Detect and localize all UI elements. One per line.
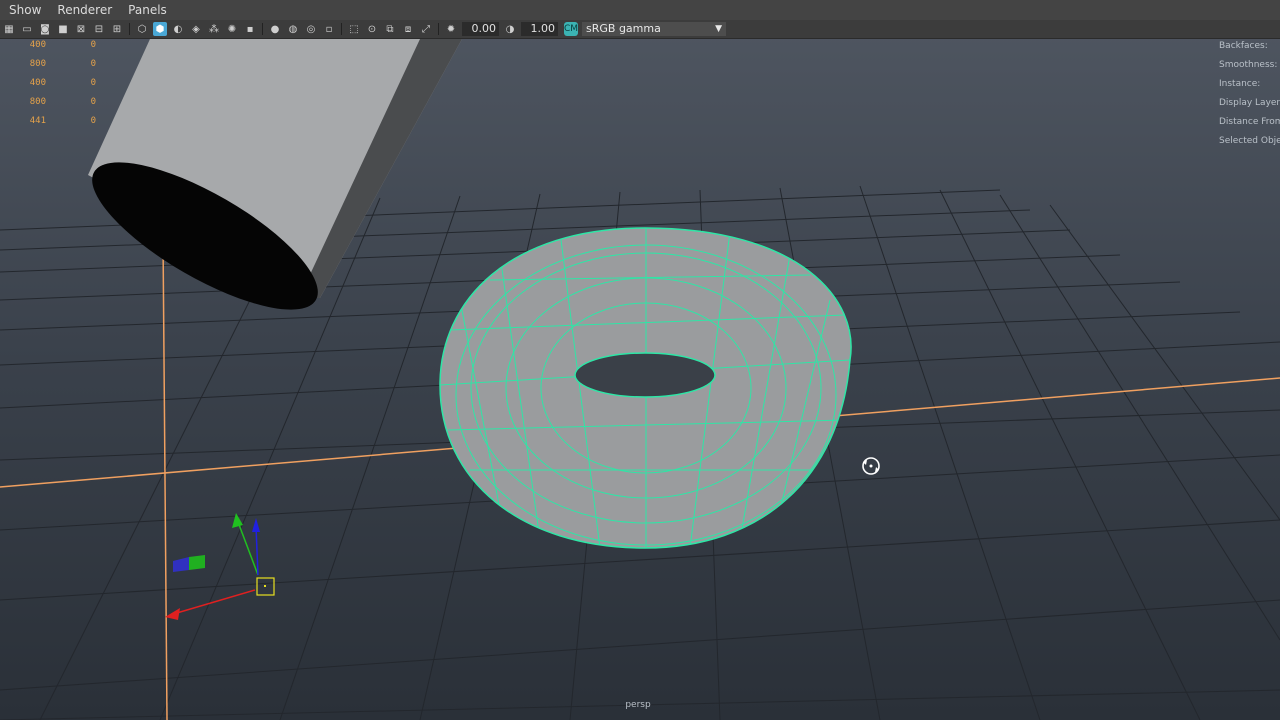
hud-row: 441 0 (29, 116, 96, 126)
motion-blur-icon[interactable]: ◍ (286, 22, 300, 36)
menu-panels[interactable]: Panels (119, 3, 174, 17)
hud-instance-label: Instance: (1219, 79, 1261, 89)
cylinder-mesh[interactable] (73, 39, 462, 336)
tumble-cursor-icon (862, 457, 880, 475)
toolbar-separator (438, 23, 439, 35)
toolbar-separator (341, 23, 342, 35)
exposure-field[interactable]: 0.00 (462, 22, 499, 36)
hud-distance-label: Distance From (1219, 117, 1280, 127)
grid-icon[interactable]: ▦ (2, 22, 16, 36)
textured-icon[interactable]: ◈ (189, 22, 203, 36)
safe-action-icon[interactable]: ⊟ (92, 22, 106, 36)
gate-mask-icon[interactable]: ■ (56, 22, 70, 36)
color-space-dropdown[interactable]: sRGB gamma ▼ (582, 22, 726, 36)
hud-smoothness-label: Smoothness: (1219, 60, 1278, 70)
gamma-icon[interactable]: ◑ (503, 22, 517, 36)
hud-row: 800 0 (29, 59, 96, 69)
hud-row: 400 0 (29, 78, 96, 88)
camera-name-label: persp (625, 700, 651, 710)
xray-joints-icon[interactable]: ⊙ (365, 22, 379, 36)
xray-icon[interactable]: ⁂ (207, 22, 221, 36)
torus-mesh[interactable] (439, 227, 852, 549)
field-chart-icon[interactable]: ⊠ (74, 22, 88, 36)
camera-attributes-icon[interactable]: ⊞ (110, 22, 124, 36)
anti-alias-icon[interactable]: ◎ (304, 22, 318, 36)
viewport-toolbar: ▦ ▭ ◙ ■ ⊠ ⊟ ⊞ ⬡ ⬢ ◐ ◈ ⁂ ✺ ▪ ● ◍ ◎ ▫ ⬚ ⊙ … (0, 20, 1280, 39)
hud-row: 400 0 (29, 40, 96, 50)
hud-row: 800 0 (29, 97, 96, 107)
viewport-menubar: Show Renderer Panels (0, 0, 1280, 20)
toolbar-extra-icon[interactable]: ⤢ (419, 22, 433, 36)
grid-axis-z-line (162, 237, 168, 720)
menu-show[interactable]: Show (0, 3, 48, 17)
hud-backfaces-label: Backfaces: (1219, 41, 1268, 51)
film-gate-icon[interactable]: ▭ (20, 22, 34, 36)
menu-renderer[interactable]: Renderer (48, 3, 119, 17)
isolate-select-icon[interactable]: ⬚ (347, 22, 361, 36)
resolution-gate-icon[interactable]: ◙ (38, 22, 52, 36)
hud-object-details: Backfaces: Smoothness: Instance: Display… (1219, 41, 1280, 155)
toolbar-separator (129, 23, 130, 35)
wireframe-icon[interactable]: ⬡ (135, 22, 149, 36)
hud-selected-objects-label: Selected Objec (1219, 136, 1280, 146)
lights-icon[interactable]: ✺ (225, 22, 239, 36)
gamma-field[interactable]: 1.00 (521, 22, 558, 36)
toolbar-separator (262, 23, 263, 35)
chevron-down-icon: ▼ (715, 24, 722, 34)
image-plane-icon[interactable]: ⧈ (401, 22, 415, 36)
bookmarks-icon[interactable]: ⧉ (383, 22, 397, 36)
depth-of-field-icon[interactable]: ▫ (322, 22, 336, 36)
hud-display-layer-label: Display Layer: (1219, 98, 1280, 108)
colorspace-icon[interactable]: CM (564, 22, 578, 36)
hud-poly-count: 400 0 800 0 400 0 800 0 441 0 (14, 40, 96, 135)
exposure-icon[interactable]: ✹ (444, 22, 458, 36)
default-material-icon[interactable]: ◐ (171, 22, 185, 36)
3d-viewport[interactable] (0, 39, 1280, 720)
screen-space-ao-icon[interactable]: ● (268, 22, 282, 36)
smooth-shade-icon[interactable]: ⬢ (153, 22, 167, 36)
torus-hole (574, 352, 716, 398)
color-space-value: sRGB gamma (586, 22, 661, 35)
manipulator-gizmo[interactable] (165, 513, 275, 620)
shadows-icon[interactable]: ▪ (243, 22, 257, 36)
